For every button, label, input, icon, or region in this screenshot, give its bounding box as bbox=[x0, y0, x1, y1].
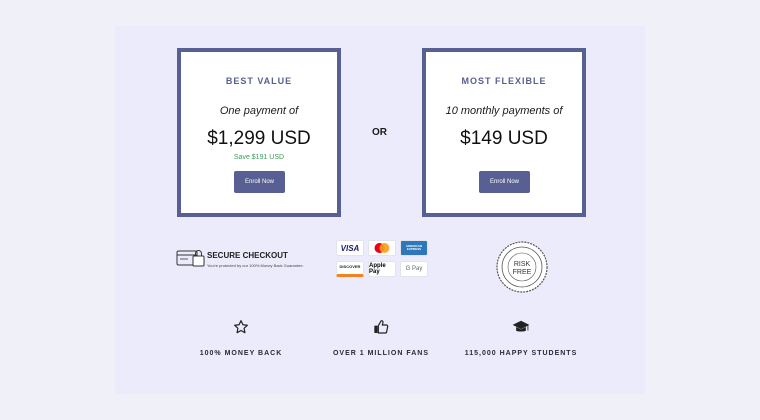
guarantee-seal-icon: RISK FREE bbox=[496, 241, 548, 293]
lock-card-icon bbox=[176, 250, 205, 267]
plan-price: $1,299 USD bbox=[207, 128, 311, 149]
apple-pay-logo: Apple Pay bbox=[368, 261, 396, 277]
feature-label: 100% MONEY BACK bbox=[199, 350, 283, 357]
secure-checkout-subtitle: You're protected by our 100% Money Back … bbox=[207, 263, 304, 268]
or-separator: OR bbox=[372, 127, 387, 138]
google-pay-logo: G Pay bbox=[400, 261, 428, 277]
plan-savings: Save $191 USD bbox=[233, 154, 285, 161]
star-icon bbox=[234, 320, 248, 334]
enroll-button-most-flexible[interactable]: Enroll Now bbox=[479, 171, 530, 193]
thumbs-up-icon bbox=[374, 320, 389, 334]
amex-logo: AMERICAN EXPRESS bbox=[400, 240, 428, 256]
plan-card-best-value: BEST VALUE One payment of $1,299 USD Sav… bbox=[177, 48, 341, 217]
feature-fans: OVER 1 MILLION FANS bbox=[306, 318, 456, 357]
plan-tag: BEST VALUE bbox=[225, 76, 293, 86]
badge-line-1: RISK bbox=[514, 261, 531, 268]
feature-students: 115,000 HAPPY STUDENTS bbox=[446, 318, 596, 357]
feature-label: 115,000 HAPPY STUDENTS bbox=[464, 350, 578, 357]
feature-money-back: 100% MONEY BACK bbox=[166, 318, 316, 357]
visa-logo: VISA bbox=[336, 240, 364, 256]
secure-checkout-title: SECURE CHECKOUT bbox=[207, 251, 288, 260]
plan-lead: One payment of bbox=[219, 105, 299, 117]
plan-price: $149 USD bbox=[460, 128, 548, 149]
feature-label: OVER 1 MILLION FANS bbox=[332, 350, 429, 357]
enroll-button-best-value[interactable]: Enroll Now bbox=[234, 171, 285, 193]
secure-checkout: SECURE CHECKOUT You're protected by our … bbox=[176, 246, 316, 272]
mastercard-logo bbox=[368, 240, 396, 256]
graduation-cap-icon bbox=[512, 320, 530, 332]
mastercard-icon bbox=[374, 243, 390, 253]
plan-tag: MOST FLEXIBLE bbox=[461, 76, 547, 86]
payment-methods: VISA AMERICAN EXPRESS DISCOVER Apple Pay… bbox=[336, 240, 428, 278]
risk-free-badge: RISK FREE bbox=[496, 241, 548, 293]
plan-lead: 10 monthly payments of bbox=[445, 105, 563, 117]
plan-card-most-flexible: MOST FLEXIBLE 10 monthly payments of $14… bbox=[422, 48, 586, 217]
discover-logo: DISCOVER bbox=[336, 261, 364, 277]
badge-line-2: FREE bbox=[513, 269, 532, 276]
